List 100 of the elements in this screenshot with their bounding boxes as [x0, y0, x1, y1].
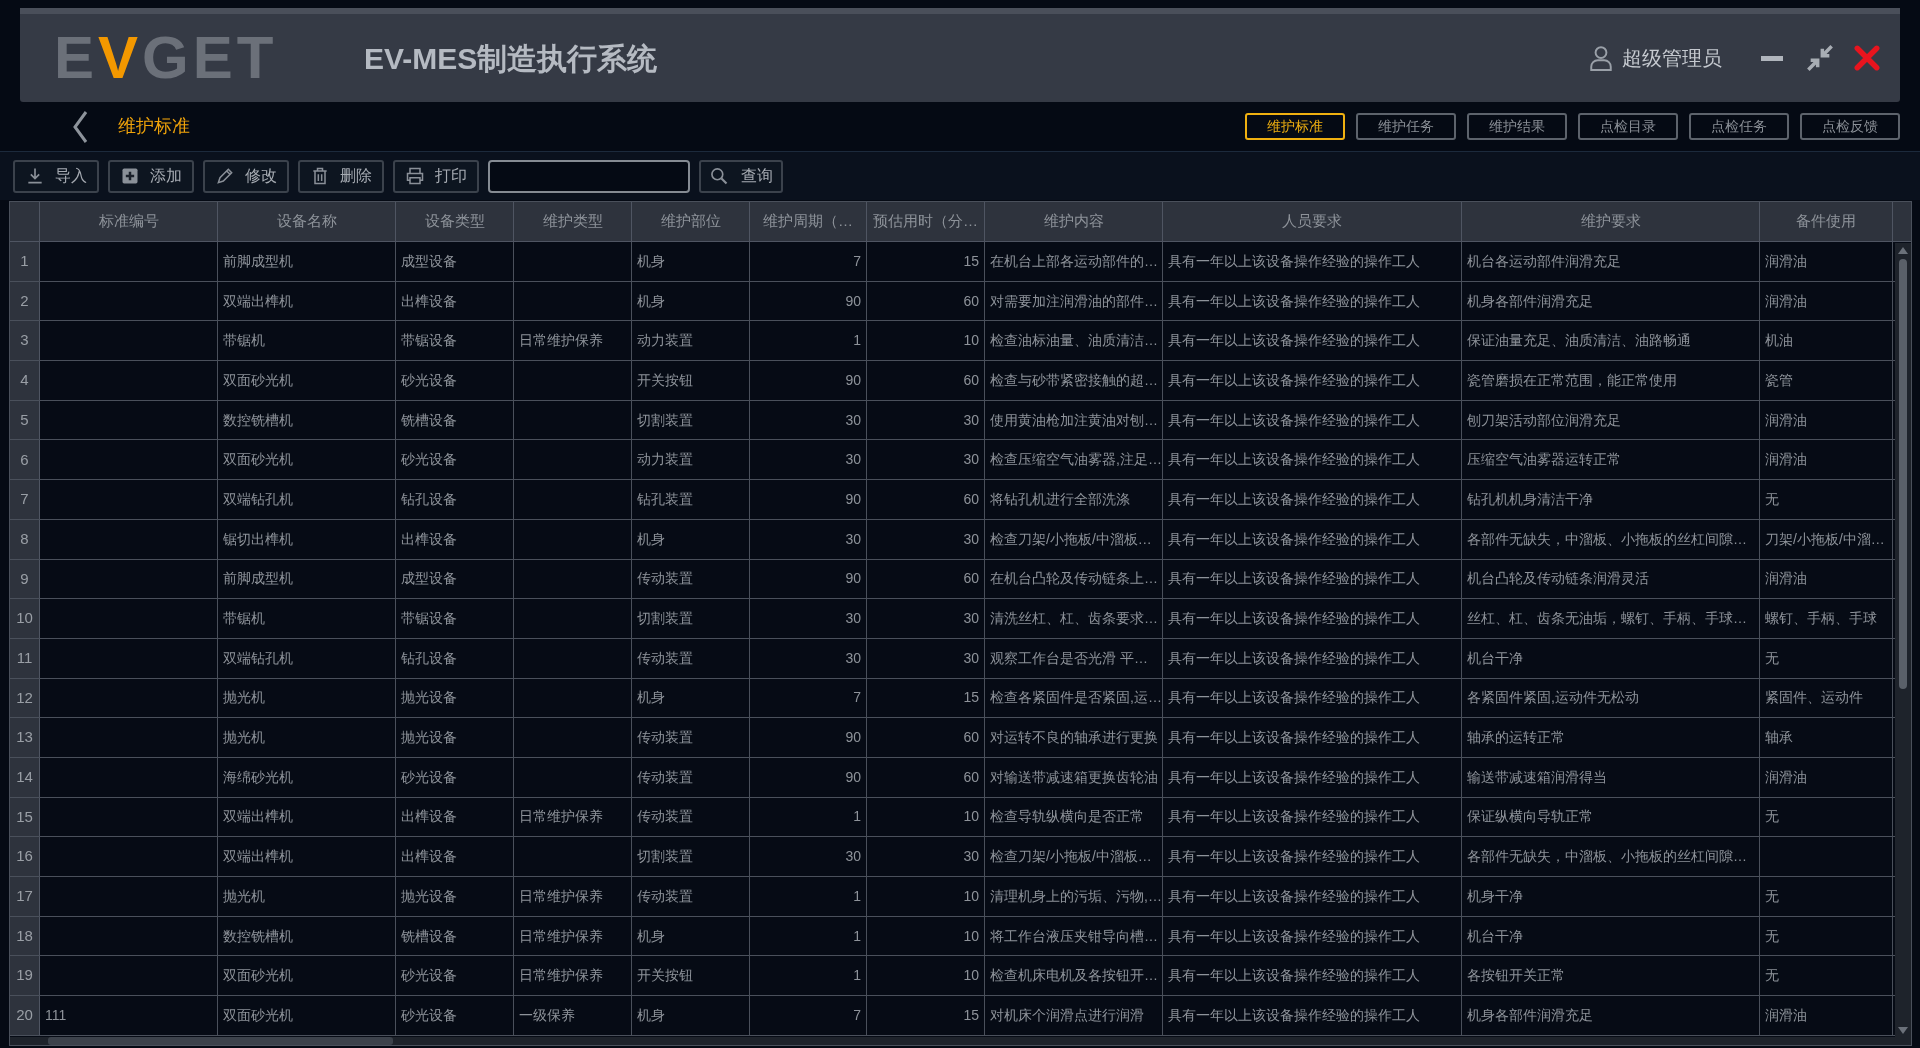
nav-tab[interactable]: 点检目录: [1578, 113, 1678, 140]
table-cell-text: 具有一年以上该设备操作经验的操作工人: [1168, 847, 1420, 867]
table-cell-text: 润滑油: [1765, 569, 1807, 589]
nav-tab[interactable]: 维护标准: [1245, 113, 1345, 140]
row-number: 5: [10, 400, 40, 440]
table-cell-text: 传动装置: [637, 648, 693, 668]
table-cell-text: 具有一年以上该设备操作经验的操作工人: [1168, 1005, 1420, 1025]
back-button[interactable]: [70, 109, 90, 144]
table-cell-text: 抛光机: [223, 728, 265, 748]
table-cell-text: 开关按钮: [637, 370, 693, 390]
column-header[interactable]: 备件使用: [1760, 202, 1893, 241]
table-cell-text: 检查刀架/小拖板/中溜板…: [990, 529, 1152, 549]
table-cell-text: 铣槽设备: [401, 410, 457, 430]
nav-tab[interactable]: 点检任务: [1689, 113, 1789, 140]
table-cell-text: 砂光设备: [401, 1005, 457, 1025]
table-cell-text: 90: [845, 291, 861, 311]
table-cell-text: 日常维护保养: [519, 807, 603, 827]
toolbar-button[interactable]: 打印: [393, 159, 479, 193]
table-cell-text: 机身各部件润滑充足: [1467, 291, 1593, 311]
table-cell-text: 成型设备: [401, 251, 457, 271]
table-cell-text: 双面砂光机: [223, 1005, 293, 1025]
table-cell-text: 机台干净: [1467, 926, 1523, 946]
nav-tab[interactable]: 维护结果: [1467, 113, 1567, 140]
nav-tab[interactable]: 维护任务: [1356, 113, 1456, 140]
table-cell-text: 出榫设备: [401, 847, 457, 867]
search-button[interactable]: 查询: [699, 159, 783, 193]
table-cell-text: 10: [963, 331, 979, 351]
table-cell-text: 轴承的运转正常: [1467, 728, 1565, 748]
column-header[interactable]: 人员要求: [1163, 202, 1462, 241]
table-cell-text: 传动装置: [637, 886, 693, 906]
table-cell-text: 动力装置: [637, 331, 693, 351]
column-header[interactable]: 维护周期（…: [750, 202, 867, 241]
column-header[interactable]: 设备名称: [218, 202, 396, 241]
column-header[interactable]: 设备类型: [396, 202, 514, 241]
table-cell-text: 钻孔设备: [401, 489, 457, 509]
table-cell-text: 具有一年以上该设备操作经验的操作工人: [1168, 410, 1420, 430]
table-cell-text: 机身: [637, 926, 665, 946]
row-number: 3: [10, 321, 40, 361]
nav-tab[interactable]: 点检反馈: [1800, 113, 1900, 140]
table-cell-text: 具有一年以上该设备操作经验的操作工人: [1168, 489, 1420, 509]
table-cell-text: 刀架/小拖板/中溜…: [1765, 529, 1885, 549]
search-icon: [709, 166, 729, 186]
table-cell-text: 润滑油: [1765, 291, 1807, 311]
table-cell-text: 90: [845, 569, 861, 589]
table-cell-text: 60: [963, 767, 979, 787]
close-button[interactable]: [1854, 45, 1880, 71]
table-cell-text: 传动装置: [637, 728, 693, 748]
table-cell-text: 机身各部件润滑充足: [1467, 1005, 1593, 1025]
table-cell-text: 在机台上部各运动部件的…: [990, 251, 1158, 271]
row-number: 13: [10, 718, 40, 757]
table-cell-text: 60: [963, 370, 979, 390]
pencil-icon: [215, 166, 235, 186]
row-number: 12: [10, 678, 40, 718]
table-cell-text: 砂光设备: [401, 767, 457, 787]
table-cell-text: 具有一年以上该设备操作经验的操作工人: [1168, 688, 1420, 708]
table-cell-text: 10: [963, 886, 979, 906]
table-cell-text: 60: [963, 728, 979, 748]
toolbar-button[interactable]: 删除: [298, 159, 384, 193]
table-cell-text: 30: [963, 648, 979, 668]
table-cell-text: 双端钻孔机: [223, 489, 293, 509]
table-cell-text: 60: [963, 569, 979, 589]
table-cell-text: 对需要加注润滑油的部件…: [990, 291, 1158, 311]
table-cell-text: 1: [853, 886, 861, 906]
table-cell-text: 30: [963, 847, 979, 867]
table-cell-text: 30: [845, 450, 861, 470]
table-cell-text: 带锯设备: [401, 609, 457, 629]
column-header[interactable]: 维护内容: [985, 202, 1163, 241]
table-cell-text: 刨刀架活动部位润滑充足: [1467, 410, 1621, 430]
table-cell-text: 30: [845, 609, 861, 629]
row-number: 19: [10, 956, 40, 996]
row-number: 1: [10, 242, 40, 281]
table-cell-text: 砂光设备: [401, 966, 457, 986]
restore-button[interactable]: [1806, 44, 1834, 72]
horizontal-scrollbar[interactable]: [10, 1037, 1911, 1045]
table-cell-text: 动力装置: [637, 450, 693, 470]
column-header[interactable]: 维护类型: [514, 202, 632, 241]
trash-icon: [310, 166, 330, 186]
column-header[interactable]: 维护要求: [1462, 202, 1760, 241]
table-cell-text: 钻孔机机身清洁干净: [1467, 489, 1593, 509]
table-cell-text: 在机台凸轮及传动链条上…: [990, 569, 1158, 589]
search-field[interactable]: [488, 159, 690, 193]
toolbar-button[interactable]: 修改: [203, 159, 289, 193]
toolbar-button[interactable]: 添加: [108, 159, 194, 193]
table-cell-text: 10: [963, 926, 979, 946]
table-cell-text: 对输送带减速箱更换齿轮油: [990, 767, 1158, 787]
table-cell-text: 具有一年以上该设备操作经验的操作工人: [1168, 728, 1420, 748]
vertical-scrollbar[interactable]: [1895, 243, 1911, 1037]
table-cell-text: 各紧固件紧固,运动件无松动: [1467, 688, 1639, 708]
column-header[interactable]: 标准编号: [40, 202, 218, 241]
table-cell-text: 润滑油: [1765, 450, 1807, 470]
toolbar-button[interactable]: 导入: [13, 159, 99, 193]
table-cell-text: 轴承: [1765, 728, 1793, 748]
table-cell-text: 1: [853, 807, 861, 827]
table-cell-text: 压缩空气油雾器运转正常: [1467, 450, 1621, 470]
user-icon: [1588, 43, 1614, 73]
row-number: 10: [10, 599, 40, 638]
table-cell-text: 开关按钮: [637, 966, 693, 986]
column-header[interactable]: 预估用时（分…: [867, 202, 985, 241]
table-cell-text: 7: [853, 251, 861, 271]
column-header[interactable]: 维护部位: [632, 202, 750, 241]
